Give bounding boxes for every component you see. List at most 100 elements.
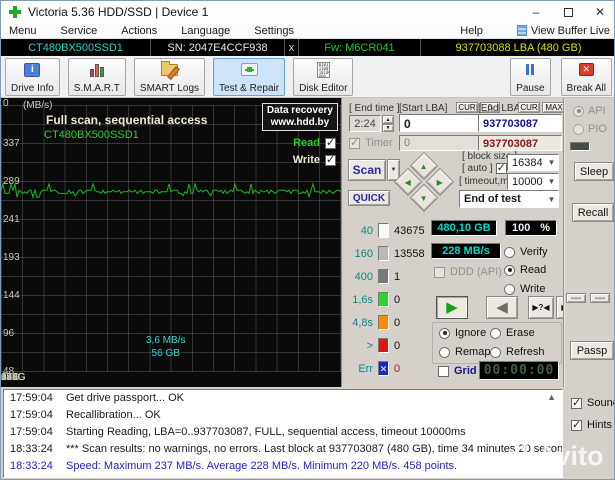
spin-down-icon[interactable]: ▼ <box>382 124 394 132</box>
block-time-legend: 4043675 16013558 4001 1,6s0 4,8s0 >0 Err… <box>345 223 433 379</box>
y-tick: 337 <box>3 138 20 149</box>
menu-item-language[interactable]: Language <box>169 25 242 37</box>
reverse-icon: ◀ <box>496 300 508 315</box>
end-time-spinner[interactable]: ▲ ▼ <box>382 115 394 132</box>
recall-button[interactable]: Recall <box>572 203 614 222</box>
smart-logs-button[interactable]: SMART Logs <box>134 58 205 96</box>
first-aid-icon <box>239 61 259 79</box>
ignore-radio[interactable] <box>439 328 450 339</box>
remap-radio-row[interactable]: Remap <box>439 346 490 358</box>
start-test-button[interactable]: ▶ <box>436 296 468 319</box>
y-tick: 289 <box>3 176 20 187</box>
jump-to-defect-button[interactable]: ▶?◀ <box>528 296 554 319</box>
mini-button-1[interactable]: ▬▬ <box>566 293 586 303</box>
verify-radio[interactable] <box>504 247 515 258</box>
timer-checkbox[interactable] <box>349 138 360 149</box>
read-radio[interactable] <box>504 265 515 276</box>
legend-row: 4043675 <box>345 223 425 238</box>
hdd-by-badge: Data recovery www.hdd.by <box>262 103 338 131</box>
hints-checkbox[interactable] <box>571 420 582 431</box>
timeout-combo[interactable]: 10000 ▼ <box>507 173 559 190</box>
write-toggle[interactable]: Write <box>293 154 336 166</box>
scan-device-label: CT480BX500SSD1 <box>44 129 139 141</box>
read-toggle[interactable]: Read <box>293 137 336 149</box>
write-radio-row[interactable]: Write <box>504 283 545 295</box>
legend-row: Err✕0 <box>345 361 400 376</box>
read-checkbox[interactable] <box>325 138 336 149</box>
end-lba-cur-button[interactable]: CUR <box>518 102 540 113</box>
speed-graph[interactable]: 337 289 241 193 144 96 48 0 (MB/s) 0 64G… <box>1 98 342 387</box>
log-panel[interactable]: 17:59:04Get drive passport... OK 17:59:0… <box>3 389 563 478</box>
y-tick: 193 <box>3 252 20 263</box>
ddd-toggle: DDD (API) <box>434 266 502 278</box>
y-tick: 96 <box>3 328 14 339</box>
legend-row: 16013558 <box>345 246 425 261</box>
end-time-value: 2:24 <box>349 115 381 132</box>
device-model[interactable]: CT480BX500SSD1 <box>1 39 151 56</box>
pause-button[interactable]: Pause <box>510 58 550 96</box>
folder-pencil-icon <box>159 61 179 79</box>
passport-button[interactable]: Passp <box>570 341 614 360</box>
right-arrow-icon: ▶ <box>437 178 443 187</box>
victoria-app-window: Victoria 5.36 HDD/SSD | Device 1 – ✕ Men… <box>0 0 615 480</box>
remap-radio[interactable] <box>439 347 450 358</box>
smart-button[interactable]: S.M.A.R.T <box>68 58 126 96</box>
end-lba-input[interactable]: 937703087 <box>478 114 562 132</box>
maximize-button[interactable] <box>552 1 584 23</box>
spin-up-icon[interactable]: ▲ <box>382 115 394 124</box>
device-serial: SN: 2047E4CCF938 <box>151 39 285 56</box>
sound-toggle[interactable]: Sound <box>571 397 615 409</box>
grid-checkbox[interactable] <box>438 366 449 377</box>
buffer-icon <box>517 25 527 36</box>
tested-size-display: 480,10 GB <box>431 220 497 236</box>
end-action-combo[interactable]: End of test ▼ <box>459 190 559 208</box>
title-bar: Victoria 5.36 HDD/SSD | Device 1 – ✕ <box>1 1 615 23</box>
erase-radio-row[interactable]: Erase <box>490 327 535 339</box>
legend-row: 4001 <box>345 269 400 284</box>
verify-radio-row[interactable]: Verify <box>504 246 548 258</box>
menu-item-help[interactable]: Help <box>450 25 493 37</box>
menu-item-menu[interactable]: Menu <box>1 25 49 37</box>
grid-toggle[interactable]: Grid <box>438 365 477 377</box>
scroll-up-icon[interactable]: ▲ <box>547 392 556 402</box>
block-size-combo[interactable]: 16384 ▼ <box>507 154 559 171</box>
close-button[interactable]: ✕ <box>584 1 615 23</box>
read-radio-row[interactable]: Read <box>504 264 546 276</box>
scan-button[interactable]: Scan <box>348 159 386 181</box>
chevron-down-icon: ▼ <box>545 195 558 204</box>
break-all-button[interactable]: ✕ Break All <box>561 58 612 96</box>
test-repair-button[interactable]: Test & Repair <box>213 58 285 96</box>
sound-checkbox[interactable] <box>571 398 582 409</box>
x-tick: 448G <box>1 372 25 383</box>
start-lba-cur-button[interactable]: CUR <box>456 102 478 113</box>
app-icon <box>8 5 22 19</box>
refresh-radio[interactable] <box>490 347 501 358</box>
ddd-checkbox <box>434 267 445 278</box>
reverse-button[interactable]: ◀ <box>486 296 518 319</box>
sleep-button[interactable]: Sleep <box>574 162 614 181</box>
write-checkbox[interactable] <box>325 155 336 166</box>
hints-toggle[interactable]: Hints <box>571 419 612 431</box>
erase-radio[interactable] <box>490 328 501 339</box>
timer-toggle[interactable]: Timer <box>349 137 393 149</box>
auto-checkbox[interactable] <box>496 163 507 174</box>
drive-info-button[interactable]: i Drive Info <box>5 58 60 96</box>
view-buffer-live-button[interactable]: View Buffer Live <box>517 25 615 37</box>
auto-toggle[interactable]: [ auto ] <box>462 163 507 174</box>
menu-item-actions[interactable]: Actions <box>109 25 169 37</box>
ignore-radio-row[interactable]: Ignore <box>439 327 486 339</box>
minimize-button[interactable]: – <box>520 1 552 23</box>
left-arrow-icon: ◀ <box>405 178 411 187</box>
menu-item-service[interactable]: Service <box>49 25 110 37</box>
bottom-area: 17:59:04Get drive passport... OK 17:59:0… <box>1 387 615 480</box>
menu-bar: Menu Service Actions Language Settings H… <box>1 23 615 39</box>
toolbar: i Drive Info S.M.A.R.T SMART Logs Test &… <box>1 56 615 98</box>
legend-row: 1,6s0 <box>345 292 400 307</box>
mini-button-2[interactable]: ▬▬ <box>590 293 610 303</box>
refresh-radio-row[interactable]: Refresh <box>490 346 545 358</box>
quick-button[interactable]: QUICK <box>348 190 390 206</box>
menu-item-settings[interactable]: Settings <box>242 25 306 37</box>
log-line-speed-summary: 18:33:24Speed: Maximum 237 MB/s. Average… <box>4 458 562 475</box>
disk-editor-button[interactable]: 010110 110011 101000 000 Disk Editor <box>293 58 353 96</box>
write-radio[interactable] <box>504 284 515 295</box>
